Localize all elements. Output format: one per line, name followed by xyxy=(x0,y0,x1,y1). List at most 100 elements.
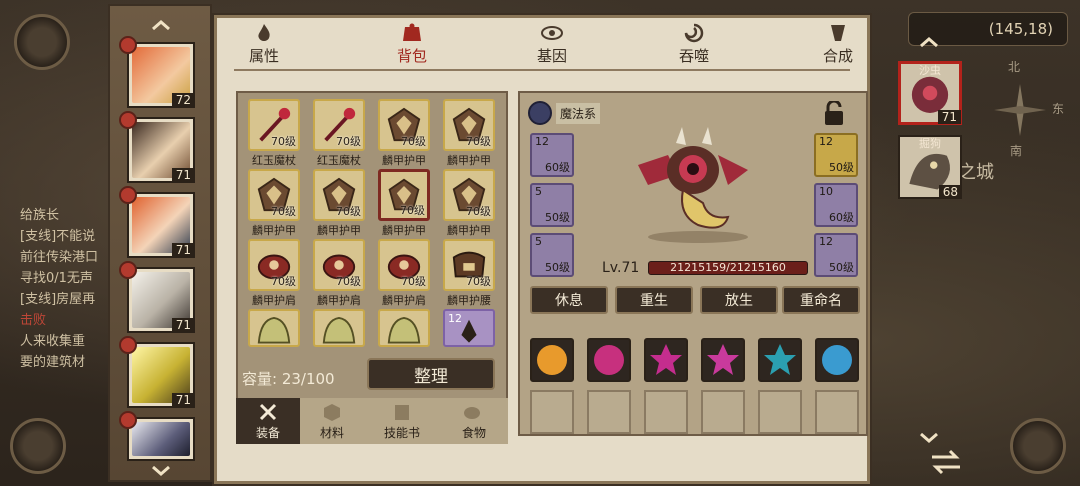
quest-line: [支线]房屋再 xyxy=(20,292,96,307)
monster-level: 71 xyxy=(937,110,961,124)
equip-level: 50级 xyxy=(545,261,570,274)
creature-level: Lv.71 xyxy=(602,260,640,276)
skill-slot[interactable] xyxy=(701,338,745,382)
tab-devour[interactable]: 吞噬 xyxy=(674,23,714,69)
item-level: 70级 xyxy=(271,205,296,218)
equip-slot[interactable]: 10 60级 xyxy=(814,183,858,227)
fusion-icon xyxy=(831,25,845,41)
inventory-item[interactable]: 70级 xyxy=(248,239,300,291)
inventory-item[interactable]: 70级 xyxy=(443,169,495,221)
monster-card[interactable]: 沙虫 71 xyxy=(898,61,962,125)
empty-skill-slot[interactable] xyxy=(758,390,802,434)
skill-slot[interactable] xyxy=(815,338,859,382)
category-label: 材料 xyxy=(319,426,344,440)
bread-icon xyxy=(464,407,480,419)
category-materials[interactable]: 材料 xyxy=(300,398,364,444)
skill-slot[interactable] xyxy=(644,338,688,382)
inventory-item[interactable] xyxy=(378,309,430,347)
equip-slot[interactable]: 12 50级 xyxy=(814,133,858,177)
category-food[interactable]: 食物 xyxy=(440,398,508,444)
crossed-tools-icon xyxy=(259,403,277,421)
hero-card[interactable]: 72 xyxy=(119,36,195,108)
item-name: 麟甲护肩 xyxy=(382,294,426,307)
monster-level: 68 xyxy=(938,185,962,199)
helm-icon xyxy=(257,316,291,344)
inventory-item[interactable]: 70级 xyxy=(248,169,300,221)
tab-label: 合成 xyxy=(822,47,853,65)
tab-attributes[interactable]: 属性 xyxy=(244,23,284,69)
capacity-label: 容量: 23/100 xyxy=(242,370,335,388)
eye-icon xyxy=(541,26,563,40)
inventory-item[interactable]: 70级 xyxy=(248,99,300,151)
hero-card[interactable]: 71 xyxy=(119,111,195,183)
unlock-icon[interactable] xyxy=(822,101,846,127)
tab-synthesis[interactable]: 合成 xyxy=(818,23,858,69)
hero-roster: 72 71 71 71 71 xyxy=(108,4,212,482)
chevron-down-icon[interactable] xyxy=(152,466,170,476)
inventory-item[interactable]: 12 xyxy=(443,309,495,347)
category-equipment[interactable]: 装备 xyxy=(236,398,300,444)
player-avatar-button[interactable] xyxy=(14,14,70,70)
rest-button[interactable]: 休息 xyxy=(530,286,608,314)
item-level: 70级 xyxy=(336,275,361,288)
empty-skill-slot[interactable] xyxy=(530,390,574,434)
skill-vortex-icon xyxy=(537,345,567,375)
skill-slot[interactable] xyxy=(758,338,802,382)
inventory-item[interactable] xyxy=(313,309,365,347)
empty-skill-slot[interactable] xyxy=(587,390,631,434)
equip-slot[interactable]: 5 50级 xyxy=(530,183,574,227)
equip-level: 50级 xyxy=(829,261,854,274)
swap-icon[interactable] xyxy=(928,445,964,479)
empty-skill-slot[interactable] xyxy=(644,390,688,434)
item-level: 70级 xyxy=(466,135,491,148)
hero-level: 71 xyxy=(171,318,195,333)
helm-icon xyxy=(322,316,356,344)
inventory-item[interactable]: 70级 xyxy=(443,99,495,151)
equip-slot[interactable]: 5 50级 xyxy=(530,233,574,277)
sort-button[interactable]: 整理 xyxy=(367,358,495,390)
item-level: 70级 xyxy=(271,135,296,148)
species-tag[interactable]: 魔法系 xyxy=(528,101,601,125)
equip-slot[interactable]: 12 50级 xyxy=(814,233,858,277)
build-button[interactable] xyxy=(1010,418,1066,474)
inventory-item[interactable]: 70级 xyxy=(378,99,430,151)
equip-slot[interactable]: 12 60级 xyxy=(530,133,574,177)
inventory-item[interactable]: 70级 xyxy=(378,239,430,291)
hero-card[interactable]: 71 xyxy=(119,261,195,333)
hero-card[interactable]: 71 xyxy=(119,186,195,258)
category-skill-books[interactable]: 技能书 xyxy=(364,398,440,444)
world-action-button[interactable] xyxy=(10,418,66,474)
release-button[interactable]: 放生 xyxy=(700,286,778,314)
inventory-item[interactable]: 70级 xyxy=(313,169,365,221)
quest-tracker[interactable]: 给族长 [支线]不能说 前往传染港口 寻找0/1无声 [支线]房屋再 击败 人来… xyxy=(20,205,120,373)
hero-level: 72 xyxy=(171,93,195,108)
monster-name: 掘狗 xyxy=(919,137,941,150)
item-level: 70级 xyxy=(336,205,361,218)
tab-genes[interactable]: 基因 xyxy=(532,23,572,69)
monster-card[interactable]: 掘狗 68 xyxy=(898,135,962,199)
empty-skill-slot[interactable] xyxy=(815,390,859,434)
chevron-up-icon[interactable] xyxy=(152,20,170,30)
skill-slot[interactable] xyxy=(587,338,631,382)
inventory-item[interactable]: 70级 xyxy=(443,239,495,291)
block-icon xyxy=(324,404,340,421)
chevron-down-icon[interactable] xyxy=(920,433,938,443)
inventory-item[interactable]: 70级 xyxy=(313,99,365,151)
inventory-item[interactable]: 70级 xyxy=(313,239,365,291)
tab-backpack[interactable]: 背包 xyxy=(384,23,440,69)
inventory-item-selected[interactable]: 70级 xyxy=(378,169,430,221)
inventory-item[interactable] xyxy=(248,309,300,347)
item-level: 70级 xyxy=(336,135,361,148)
rebirth-button[interactable]: 重生 xyxy=(615,286,693,314)
chevron-up-icon[interactable] xyxy=(920,37,938,47)
skill-swirl-icon xyxy=(594,345,624,375)
hero-card[interactable] xyxy=(119,411,195,461)
rename-button[interactable]: 重命名 xyxy=(782,286,860,314)
hero-card[interactable]: 71 xyxy=(119,336,195,408)
compass-south-label: 南 xyxy=(1010,144,1023,158)
hero-badge-icon xyxy=(119,261,137,279)
helm-icon xyxy=(387,316,421,344)
skill-slot[interactable] xyxy=(530,338,574,382)
empty-skill-slot[interactable] xyxy=(701,390,745,434)
compass-icon xyxy=(994,84,1046,136)
